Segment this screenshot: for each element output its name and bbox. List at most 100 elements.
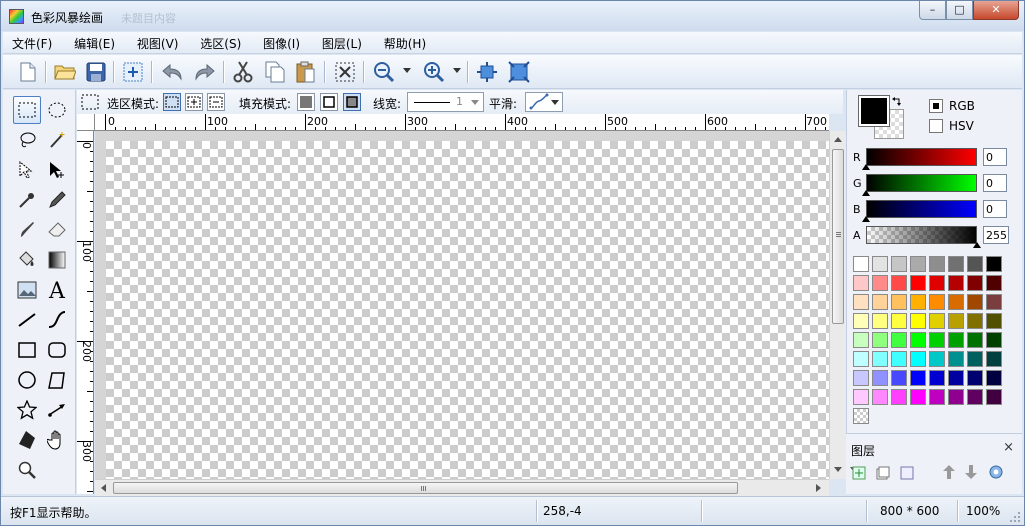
scroll-left-arrow[interactable] xyxy=(101,484,106,492)
palette-swatch[interactable] xyxy=(872,370,888,386)
rectangle-tool[interactable] xyxy=(13,336,41,364)
minimize-button[interactable]: – xyxy=(919,1,946,20)
palette-swatch[interactable] xyxy=(967,313,983,329)
actual-size-icon[interactable] xyxy=(506,60,532,84)
palette-swatch[interactable] xyxy=(929,294,945,310)
horizontal-scroll-thumb[interactable] xyxy=(113,482,738,494)
alpha-channel-input[interactable]: 255 xyxy=(983,226,1009,244)
line-width-select[interactable]: 1 xyxy=(407,92,484,112)
palette-swatch[interactable] xyxy=(910,370,926,386)
lasso-tool[interactable] xyxy=(13,126,41,154)
add-image-icon[interactable] xyxy=(120,60,146,84)
foreground-color-swatch[interactable] xyxy=(858,95,890,127)
zoom-in-dropdown[interactable] xyxy=(453,68,461,73)
palette-swatch[interactable] xyxy=(872,332,888,348)
add-layer-icon[interactable] xyxy=(852,466,866,480)
eraser-tool[interactable] xyxy=(43,216,71,244)
ellipse-tool[interactable] xyxy=(13,366,41,394)
menu-view[interactable]: 视图(V) xyxy=(128,32,188,53)
alpha-channel-slider[interactable] xyxy=(866,226,977,244)
palette-swatch[interactable] xyxy=(929,351,945,367)
palette-swatch[interactable] xyxy=(986,332,1002,348)
zoom-out-dropdown[interactable] xyxy=(403,68,411,73)
palette-swatch[interactable] xyxy=(967,351,983,367)
palette-swatch[interactable] xyxy=(891,313,907,329)
palette-swatch[interactable] xyxy=(986,351,1002,367)
arrow-tool[interactable] xyxy=(43,396,71,424)
pencil-tool[interactable] xyxy=(43,186,71,214)
redo-icon[interactable] xyxy=(192,60,218,84)
blue-channel-slider[interactable] xyxy=(866,200,977,218)
vertical-scrollbar[interactable] xyxy=(829,131,846,479)
palette-swatch[interactable] xyxy=(872,351,888,367)
rect-select-tool[interactable] xyxy=(13,96,41,124)
palette-swatch[interactable] xyxy=(891,256,907,272)
transparent-swatch[interactable] xyxy=(853,408,869,424)
palette-swatch[interactable] xyxy=(986,313,1002,329)
palette-swatch[interactable] xyxy=(948,256,964,272)
palette-swatch[interactable] xyxy=(853,294,869,310)
palette-swatch[interactable] xyxy=(910,332,926,348)
paint-bucket-tool[interactable] xyxy=(13,246,41,274)
palette-swatch[interactable] xyxy=(853,389,869,405)
fill-mode-outline-button[interactable] xyxy=(320,93,338,111)
image-tool[interactable] xyxy=(13,276,41,304)
merge-layer-icon[interactable] xyxy=(900,466,914,480)
blue-channel-input[interactable]: 0 xyxy=(983,200,1007,218)
open-folder-icon[interactable] xyxy=(52,60,78,84)
zoom-tool[interactable] xyxy=(13,456,41,484)
palette-swatch[interactable] xyxy=(929,370,945,386)
transparent-canvas[interactable] xyxy=(106,141,829,479)
hand-pan-tool[interactable] xyxy=(43,426,71,454)
resize-grip-icon[interactable] xyxy=(1009,511,1021,523)
palette-swatch[interactable] xyxy=(986,294,1002,310)
zoom-in-icon[interactable] xyxy=(421,60,447,84)
green-channel-slider[interactable] xyxy=(866,174,977,192)
palette-swatch[interactable] xyxy=(948,294,964,310)
palette-swatch[interactable] xyxy=(948,332,964,348)
close-button[interactable]: ✕ xyxy=(973,1,1019,20)
select-mode-subtract-button[interactable] xyxy=(207,93,225,111)
palette-swatch[interactable] xyxy=(967,275,983,291)
freeform-shape-tool[interactable] xyxy=(43,366,71,394)
palette-swatch[interactable] xyxy=(948,351,964,367)
text-tool[interactable]: A xyxy=(43,276,71,304)
ellipse-select-tool[interactable] xyxy=(43,96,71,124)
magic-wand-tool[interactable] xyxy=(43,126,71,154)
palette-swatch[interactable] xyxy=(891,351,907,367)
palette-swatch[interactable] xyxy=(853,313,869,329)
duplicate-layer-icon[interactable] xyxy=(876,466,890,480)
fill-mode-fill-button[interactable] xyxy=(297,93,315,111)
swap-colors-icon[interactable] xyxy=(891,96,903,108)
menu-layer[interactable]: 图层(L) xyxy=(313,32,371,53)
menu-help[interactable]: 帮助(H) xyxy=(375,32,435,53)
palette-swatch[interactable] xyxy=(967,256,983,272)
green-slider-marker[interactable] xyxy=(862,190,870,196)
scroll-down-arrow[interactable] xyxy=(834,467,842,472)
palette-swatch[interactable] xyxy=(986,275,1002,291)
horizontal-scrollbar[interactable] xyxy=(95,479,829,496)
palette-swatch[interactable] xyxy=(967,389,983,405)
menu-edit[interactable]: 编辑(E) xyxy=(65,32,124,53)
maximize-button[interactable]: □ xyxy=(946,1,973,20)
red-slider-marker[interactable] xyxy=(862,164,870,170)
palette-swatch[interactable] xyxy=(948,313,964,329)
rounded-rect-tool[interactable] xyxy=(43,336,71,364)
curve-tool[interactable] xyxy=(43,306,71,334)
star-tool[interactable] xyxy=(13,396,41,424)
green-channel-input[interactable]: 0 xyxy=(983,174,1007,192)
palette-swatch[interactable] xyxy=(910,256,926,272)
palette-swatch[interactable] xyxy=(986,370,1002,386)
deselect-icon[interactable] xyxy=(332,60,358,84)
smooth-select[interactable] xyxy=(525,92,563,112)
palette-swatch[interactable] xyxy=(853,370,869,386)
palette-swatch[interactable] xyxy=(929,389,945,405)
hsv-mode-radio[interactable] xyxy=(929,119,943,133)
scroll-up-arrow[interactable] xyxy=(834,137,842,142)
palette-swatch[interactable] xyxy=(986,389,1002,405)
new-file-icon[interactable] xyxy=(15,60,41,84)
palette-swatch[interactable] xyxy=(929,256,945,272)
palette-swatch[interactable] xyxy=(891,389,907,405)
palette-swatch[interactable] xyxy=(853,332,869,348)
palette-swatch[interactable] xyxy=(948,370,964,386)
